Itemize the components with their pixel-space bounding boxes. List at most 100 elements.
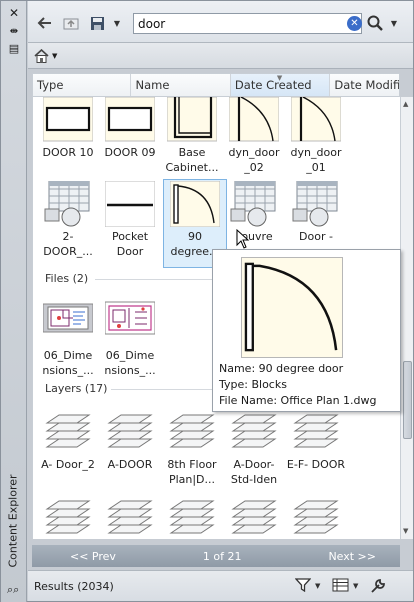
search-field[interactable]: ✕	[133, 13, 362, 34]
scroll-down-icon[interactable]: ▼	[403, 527, 408, 535]
layer-stack-icon	[169, 414, 215, 448]
search-icon[interactable]	[366, 14, 384, 32]
column-date-modified[interactable]: Date Modifie	[330, 74, 399, 96]
swing-door-thumbnail	[170, 181, 220, 227]
view-chevron-down-icon[interactable]: ▼	[353, 582, 358, 590]
settings-wrench-icon[interactable]	[370, 578, 386, 598]
home-button[interactable]: ▼	[34, 47, 64, 65]
palette-main: ▼ ✕ ▼ ▼ Type Name ▼ Date Created	[28, 1, 413, 601]
vertical-scrollbar[interactable]: ▲ ▼	[400, 97, 413, 539]
tooltip-name: Name: 90 degree door	[219, 362, 344, 375]
layer-stack-icon	[231, 414, 277, 448]
filter-chevron-down-icon[interactable]: ▼	[315, 582, 320, 590]
list-item[interactable]	[161, 495, 223, 539]
palette-side-strip: ✕ ⇹ ▤ Content Explorer ⌕⌕	[1, 1, 27, 602]
list-item[interactable]: dyn_door _02	[223, 97, 285, 175]
list-item[interactable]: Pocket Door	[99, 181, 161, 259]
list-item[interactable]: Louvre	[223, 181, 285, 244]
dynamic-door-thumbnail	[229, 97, 279, 142]
scroll-up-icon[interactable]: ▲	[403, 100, 408, 108]
page-indicator: 1 of 21	[202, 549, 242, 563]
tooltip-file-name: File Name: Office Plan 1.dwg	[219, 394, 377, 407]
scroll-thumb[interactable]	[403, 361, 412, 439]
filter-icon[interactable]	[294, 578, 312, 596]
binoculars-icon[interactable]: ⌕⌕	[7, 583, 19, 597]
layer-stack-icon	[45, 414, 91, 448]
list-item[interactable]: Base Cabinet...	[161, 97, 223, 175]
palette-title: Content Explorer	[6, 474, 20, 568]
section-divider	[95, 279, 215, 280]
item-label: Base Cabinet...	[165, 146, 219, 174]
list-item[interactable]: E-F- DOOR	[285, 409, 347, 472]
item-label: E-F- DOOR	[286, 458, 346, 471]
item-label: DOOR 10	[42, 146, 94, 159]
list-item[interactable]: DOOR 09	[99, 97, 161, 160]
item-label: 8th Floor Plan|D...	[167, 458, 217, 486]
drawing-file-thumbnail	[43, 303, 93, 333]
list-item[interactable]	[99, 495, 161, 539]
item-label: 2- DOOR_...	[43, 230, 93, 258]
list-item[interactable]	[37, 495, 99, 539]
list-item[interactable]: 06_Dime nsions_...	[37, 300, 99, 378]
list-item[interactable]: A- Door_2	[37, 409, 99, 472]
item-label: A-DOOR	[107, 458, 153, 471]
save-icon[interactable]	[88, 14, 106, 32]
section-divider	[111, 389, 215, 390]
search-options-chevron-down-icon[interactable]: ▼	[385, 14, 403, 32]
item-tooltip: Name: 90 degree door Type: Blocks File N…	[212, 249, 401, 412]
item-label: 06_Dime nsions_...	[104, 349, 156, 377]
close-icon[interactable]: ✕	[6, 6, 22, 20]
column-type[interactable]: Type	[33, 74, 132, 96]
layer-stack-icon	[169, 500, 215, 534]
layer-stack-icon	[107, 500, 153, 534]
view-options-icon[interactable]	[332, 578, 349, 596]
tooltip-preview-swing-door	[241, 257, 343, 358]
item-label: DOOR 09	[104, 146, 156, 159]
back-arrow-icon[interactable]	[36, 14, 54, 32]
tooltip-type: Type: Blocks	[219, 378, 287, 391]
layer-stack-icon	[45, 500, 91, 534]
item-label: A- Door_2	[41, 458, 95, 471]
pagination-bar: << Prev 1 of 21 Next >>	[32, 545, 400, 567]
files-section-header: Files (2)	[45, 272, 89, 285]
item-label: Door -	[299, 230, 333, 243]
cabinet-block-thumbnail	[167, 97, 217, 142]
pocket-door-thumbnail	[105, 181, 155, 227]
list-item[interactable]: 2- DOOR_...	[37, 181, 99, 259]
block-table-icon	[230, 181, 276, 227]
item-label: Pocket Door	[111, 230, 149, 258]
list-item[interactable]	[223, 495, 285, 539]
list-item[interactable]: A-Door- Std-Iden	[223, 409, 285, 487]
drawing-file-thumbnail	[105, 301, 155, 335]
home-chevron-down-icon: ▼	[52, 52, 58, 60]
clear-search-icon[interactable]: ✕	[347, 16, 362, 31]
column-date-created[interactable]: ▼ Date Created	[230, 74, 331, 96]
properties-icon[interactable]: ▤	[6, 41, 22, 55]
list-item[interactable]: 06_Dime nsions_...	[99, 300, 161, 378]
column-name[interactable]: Name	[131, 74, 231, 96]
item-label: dyn_door _01	[290, 146, 342, 174]
list-item[interactable]: A-DOOR	[99, 409, 161, 472]
up-folder-icon[interactable]	[62, 14, 80, 32]
prev-page-button[interactable]: << Prev	[70, 550, 116, 563]
home-icon	[34, 49, 49, 63]
toolbar: ▼ ✕ ▼	[28, 1, 413, 43]
list-item[interactable]: DOOR 10	[37, 97, 99, 160]
column-date-created-label: Date Created	[234, 78, 312, 92]
list-item[interactable]	[285, 495, 347, 539]
layer-stack-icon	[293, 500, 339, 534]
item-label: Louvre	[235, 230, 273, 243]
list-item[interactable]: Door -	[285, 181, 347, 244]
dynamic-door-thumbnail	[291, 97, 341, 142]
layer-stack-icon	[293, 414, 339, 448]
list-item[interactable]: dyn_door _01	[285, 97, 347, 175]
search-input[interactable]	[138, 16, 338, 31]
list-item[interactable]: 8th Floor Plan|D...	[161, 409, 223, 487]
column-header-row: Type Name ▼ Date Created Date Modifie	[32, 73, 400, 97]
item-label: dyn_door _02	[228, 146, 280, 174]
navigation-bar: ▼	[28, 43, 413, 69]
next-page-button[interactable]: Next >>	[328, 550, 376, 563]
door-block-thumbnail	[105, 97, 155, 142]
save-dropdown-chevron-down-icon[interactable]: ▼	[108, 14, 126, 32]
auto-hide-icon[interactable]: ⇹	[6, 24, 22, 38]
